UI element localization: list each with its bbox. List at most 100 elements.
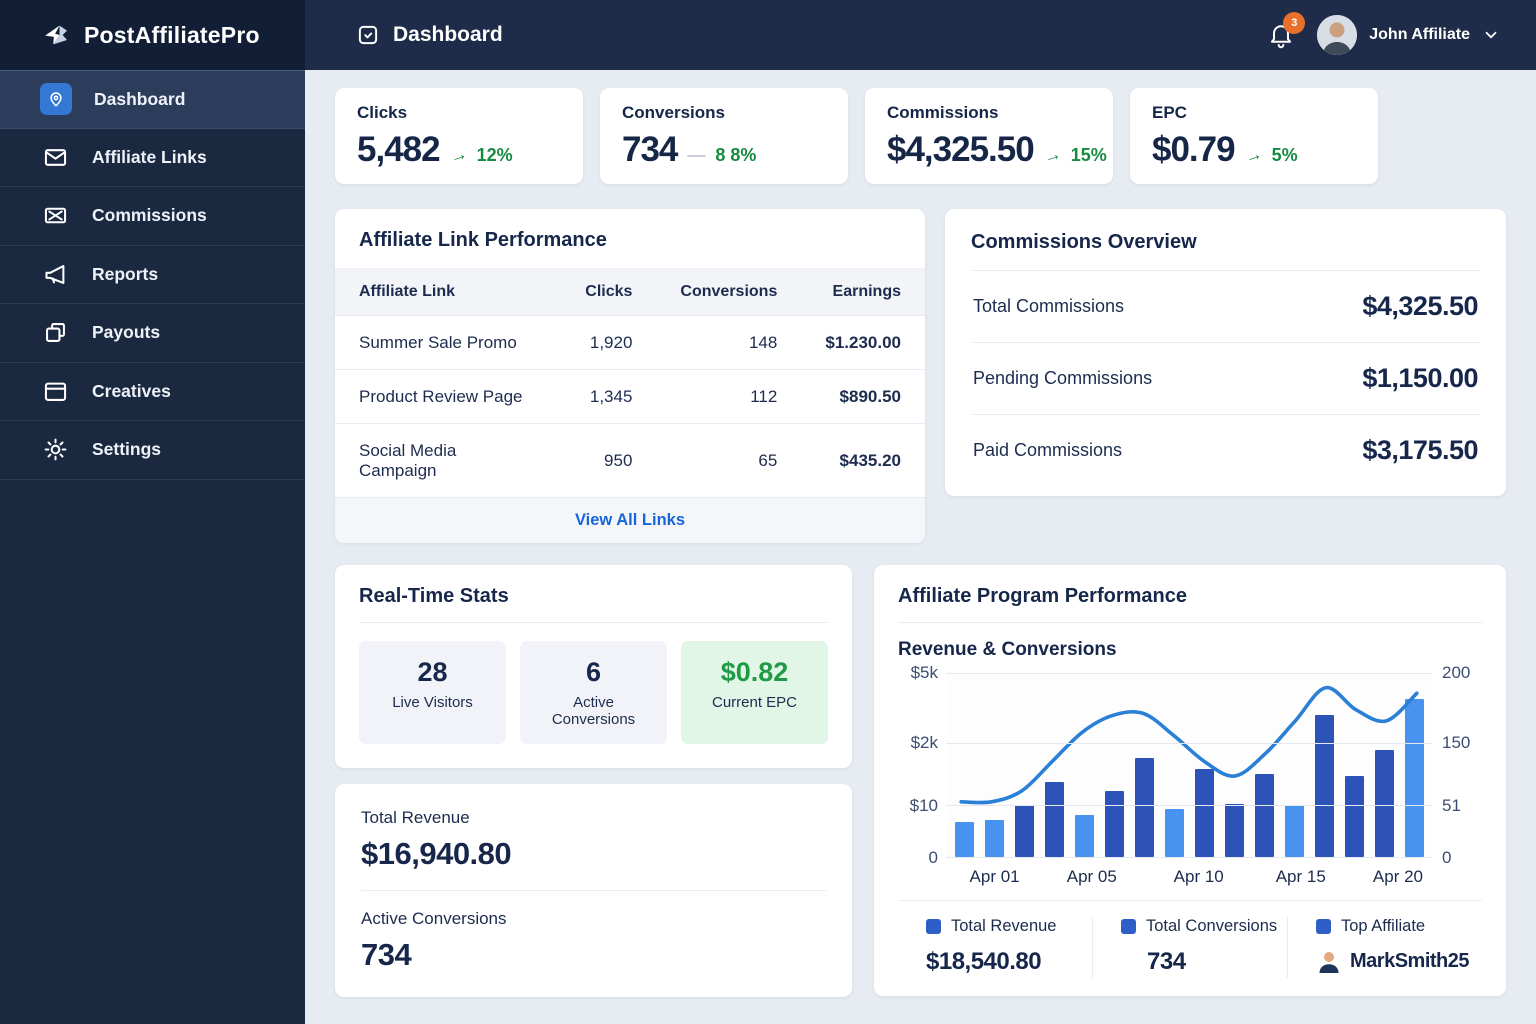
gear-icon	[40, 435, 70, 465]
sidebar-item-label: Dashboard	[94, 89, 185, 110]
sidebar-item-settings[interactable]: Settings	[0, 421, 305, 480]
page-title: Dashboard	[393, 23, 503, 47]
axis-tick-label: 51	[1442, 796, 1461, 816]
link-conversions: 65	[656, 424, 801, 498]
stat-label: Live Visitors	[369, 694, 496, 711]
stat-label: Active Conversions	[530, 694, 657, 728]
x-tick-label: Apr 05	[1067, 867, 1117, 887]
stat-cards-row: Clicks 5,482 → 12% Conversions 734 — 8 8…	[335, 88, 1506, 184]
brand-block: PostAffiliatePro	[0, 0, 305, 70]
panel-title: Real-Time Stats	[359, 585, 828, 623]
stat-card-clicks: Clicks 5,482 → 12%	[335, 88, 583, 184]
realtime-stats-panel: Real-Time Stats 28 Live Visitors 6 Activ…	[335, 565, 852, 768]
link-name: Product Review Page	[335, 370, 557, 424]
column-header: Affiliate Link	[335, 269, 557, 316]
line-layer	[946, 673, 1432, 857]
sidebar-item-dashboard[interactable]: Dashboard	[0, 70, 305, 129]
notifications-button[interactable]: 3	[1267, 21, 1295, 49]
axis-tick-label: $10	[910, 796, 938, 816]
row-value: $4,325.50	[1362, 291, 1478, 322]
column-header: Earnings	[801, 269, 925, 316]
stat-change: 15%	[1071, 145, 1107, 166]
stat-label: Commissions	[887, 103, 1091, 123]
chevron-down-icon	[1482, 26, 1500, 44]
user-menu[interactable]: John Affiliate	[1317, 15, 1500, 55]
right-axis: 200150510	[1432, 673, 1482, 858]
live-visitors-box: 28 Live Visitors	[359, 641, 506, 744]
table-header-row: Affiliate Link Clicks Conversions Earnin…	[335, 269, 925, 316]
x-tick-label: Apr 20	[1373, 867, 1423, 887]
stat-card-commissions: Commissions $4,325.50 → 15%	[865, 88, 1113, 184]
stat-value: $0.82	[691, 657, 818, 688]
active-conversions-box: 6 Active Conversions	[520, 641, 667, 744]
commissions-row-pending: Pending Commissions $1,150.00	[971, 343, 1480, 415]
table-row: Social Media Campaign 950 65 $435.20	[335, 424, 925, 498]
sidebar: Dashboard Affiliate Links Commissions Re…	[0, 70, 305, 1024]
chart-subtitle: Revenue & Conversions	[898, 639, 1482, 661]
stat-label: EPC	[1152, 103, 1356, 123]
x-tick-label: Apr 01	[970, 867, 1020, 887]
row-label: Total Commissions	[973, 296, 1124, 317]
browser-window-icon	[40, 376, 70, 406]
stat-value: 5,482	[357, 130, 440, 170]
column-header: Clicks	[557, 269, 657, 316]
stat-label: Conversions	[622, 103, 826, 123]
revenue-conversions-chart: $5k$2k$100 200150510	[898, 673, 1482, 858]
stat-change: 8 8%	[715, 145, 756, 166]
axis-tick-label: 0	[929, 848, 938, 868]
link-clicks: 950	[557, 424, 657, 498]
stat-value: 734	[622, 130, 677, 170]
main-content: Clicks 5,482 → 12% Conversions 734 — 8 8…	[305, 70, 1536, 1024]
legend-label: Total Revenue	[951, 917, 1057, 936]
row-value: $3,175.50	[1362, 435, 1478, 466]
sidebar-item-payouts[interactable]: Payouts	[0, 304, 305, 363]
link-name: Summer Sale Promo	[335, 316, 557, 370]
left-axis: $5k$2k$100	[898, 673, 946, 858]
legend-swatch-icon	[1121, 919, 1136, 934]
axis-tick-label: 200	[1442, 663, 1470, 683]
stat-value: 28	[369, 657, 496, 688]
view-all-links-link[interactable]: View All Links	[575, 511, 685, 529]
sidebar-item-affiliate-links[interactable]: Affiliate Links	[0, 129, 305, 188]
chart-plot	[946, 673, 1432, 858]
legend-total-revenue: Total Revenue $18,540.80	[898, 917, 1092, 978]
trend-up-arrow-icon: →	[1041, 144, 1063, 168]
legend-total-conversions: Total Conversions 734	[1092, 917, 1287, 978]
trend-up-arrow-icon: →	[447, 144, 469, 168]
affiliate-links-table: Affiliate Link Clicks Conversions Earnin…	[335, 269, 925, 497]
stat-card-epc: EPC $0.79 → 5%	[1130, 88, 1378, 184]
sidebar-item-label: Payouts	[92, 322, 160, 343]
sidebar-item-commissions[interactable]: Commissions	[0, 187, 305, 246]
row-value: 734	[361, 937, 826, 973]
stat-value: 6	[530, 657, 657, 688]
axis-tick-label: 150	[1442, 733, 1470, 753]
location-pin-icon	[40, 83, 72, 115]
x-axis-labels: Apr 01Apr 05Apr 10Apr 15Apr 20	[946, 858, 1432, 888]
current-epc-box: $0.82 Current EPC	[681, 641, 828, 744]
stat-change: 12%	[477, 145, 513, 166]
legend-swatch-icon	[1316, 919, 1331, 934]
sidebar-item-reports[interactable]: Reports	[0, 246, 305, 305]
chart-legend: Total Revenue $18,540.80 Total Conversio…	[898, 900, 1482, 978]
trend-up-arrow-icon: →	[1242, 144, 1264, 168]
legend-value: 734	[1121, 948, 1281, 976]
megaphone-icon	[40, 259, 70, 289]
stat-value: $0.79	[1152, 130, 1235, 170]
stat-label: Current EPC	[691, 694, 818, 711]
row-label: Total Revenue	[361, 808, 826, 828]
legend-value: $18,540.80	[926, 948, 1086, 976]
affiliate-link-performance-panel: Affiliate Link Performance Affiliate Lin…	[335, 209, 925, 543]
sidebar-item-creatives[interactable]: Creatives	[0, 363, 305, 422]
row-label: Pending Commissions	[973, 368, 1152, 389]
stat-change: 5%	[1272, 145, 1298, 166]
stat-label: Clicks	[357, 103, 561, 123]
row-label: Paid Commissions	[973, 440, 1122, 461]
affiliate-program-performance-panel: Affiliate Program Performance Revenue & …	[874, 565, 1506, 996]
commissions-row-total: Total Commissions $4,325.50	[971, 271, 1480, 343]
avatar	[1317, 15, 1357, 55]
dash-icon: —	[687, 145, 705, 166]
axis-tick-label: $5k	[911, 663, 938, 683]
panel-title: Affiliate Link Performance	[359, 229, 901, 252]
legend-label: Top Affiliate	[1341, 917, 1425, 936]
notification-badge: 3	[1283, 12, 1305, 34]
